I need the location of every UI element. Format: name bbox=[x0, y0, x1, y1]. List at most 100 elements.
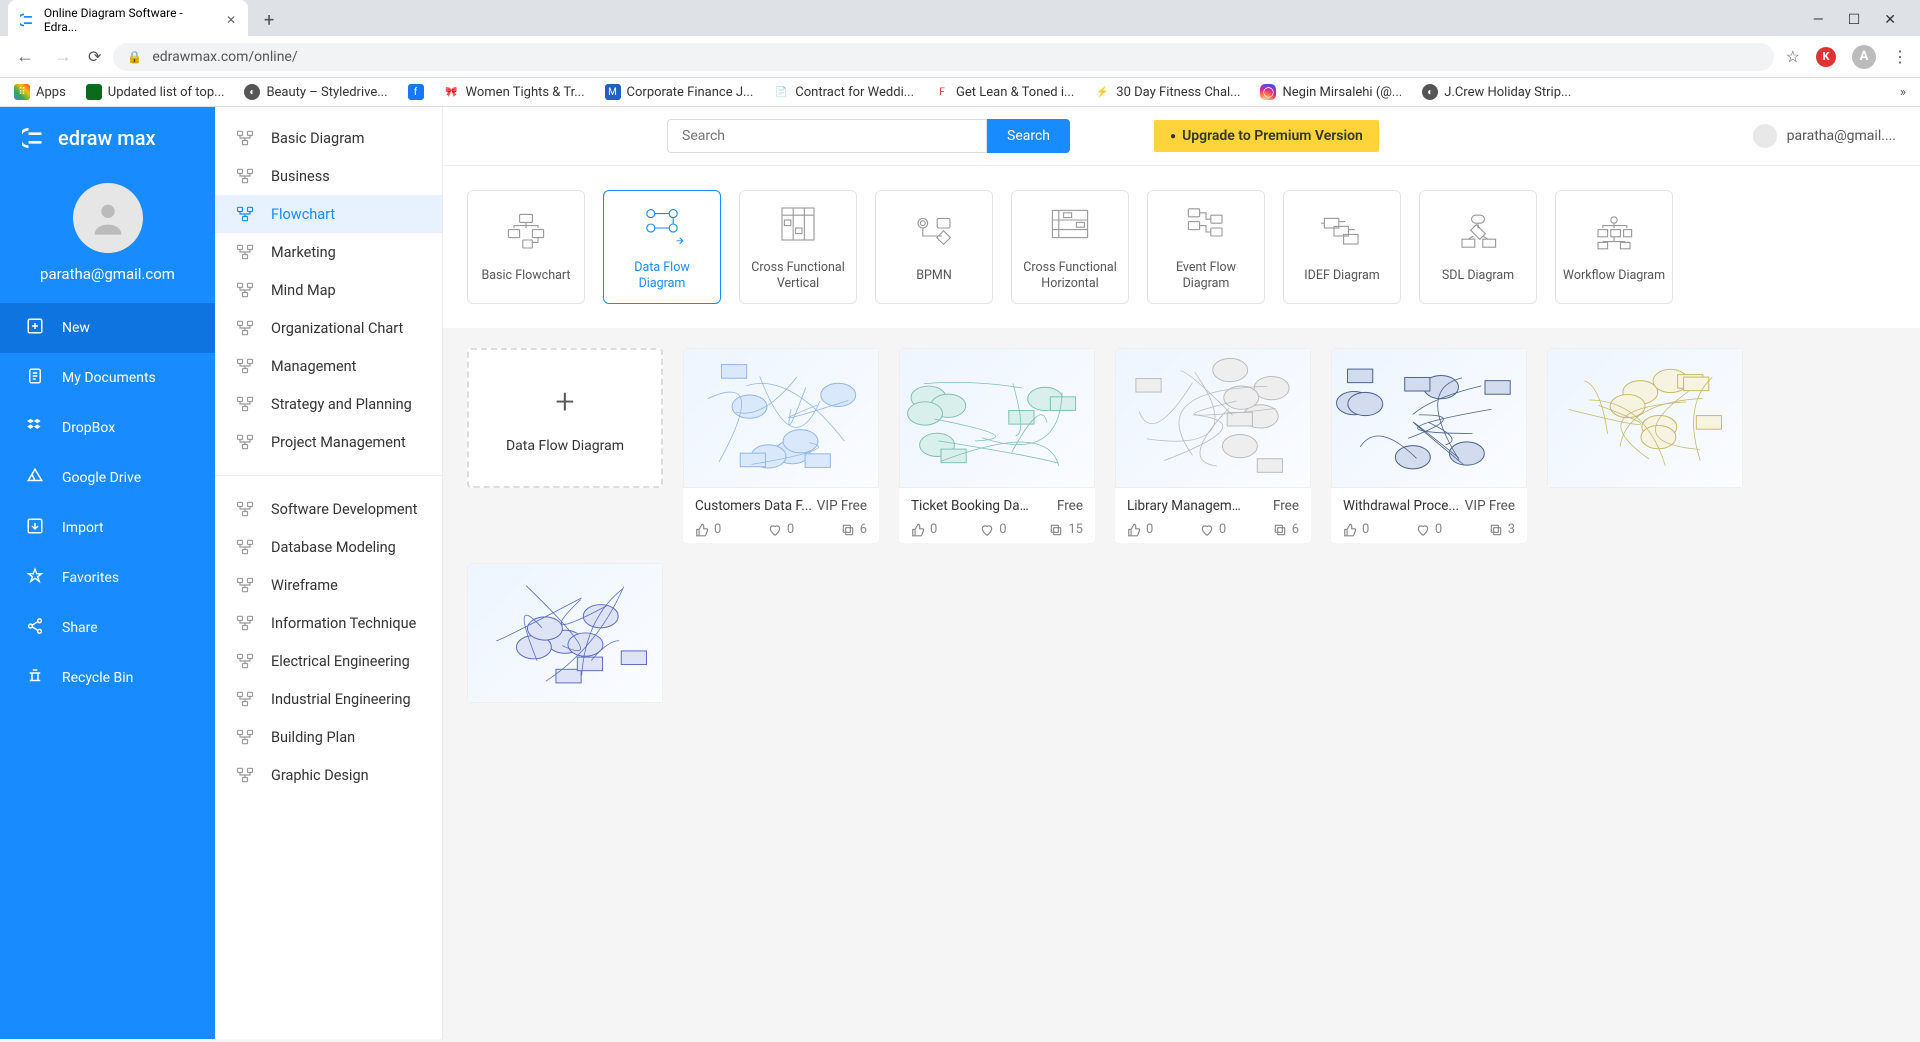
extension-k-icon[interactable]: K bbox=[1816, 47, 1836, 67]
category-strategy-and-planning[interactable]: Strategy and Planning bbox=[215, 385, 442, 423]
template-card[interactable]: Library Management ...Free006 bbox=[1115, 348, 1311, 543]
bookmark-item[interactable]: f bbox=[408, 84, 424, 100]
template-card[interactable] bbox=[1547, 348, 1743, 488]
template-card[interactable] bbox=[467, 563, 663, 703]
bookmarks-overflow[interactable]: » bbox=[1900, 85, 1906, 100]
forward-button[interactable]: → bbox=[50, 42, 76, 71]
sidebar-item-share[interactable]: Share bbox=[0, 603, 215, 653]
star-icon[interactable]: ☆ bbox=[1786, 47, 1800, 66]
reload-button[interactable]: ⟳ bbox=[88, 47, 101, 66]
close-window-icon[interactable]: ✕ bbox=[1884, 12, 1896, 28]
template-thumbnail bbox=[899, 348, 1095, 488]
sidebar-item-dropbox[interactable]: DropBox bbox=[0, 403, 215, 453]
menu-icon[interactable]: ⋮ bbox=[1892, 47, 1908, 66]
logo[interactable]: edraw max bbox=[0, 107, 215, 169]
category-label: Industrial Engineering bbox=[271, 691, 411, 708]
copy-button[interactable]: 6 bbox=[1273, 522, 1299, 537]
category-marketing[interactable]: Marketing bbox=[215, 233, 442, 271]
category-project-management[interactable]: Project Management bbox=[215, 423, 442, 461]
category-industrial-engineering[interactable]: Industrial Engineering bbox=[215, 680, 442, 718]
category-label: Management bbox=[271, 358, 356, 375]
favorite-button[interactable]: 0 bbox=[768, 522, 794, 537]
back-button[interactable]: ← bbox=[12, 42, 38, 71]
primary-sidebar: edraw max paratha@gmail.com NewMy Docume… bbox=[0, 107, 215, 1039]
url-text: edrawmax.com/online/ bbox=[152, 49, 297, 65]
favorite-button[interactable]: 0 bbox=[1200, 522, 1226, 537]
template-price: Free bbox=[1057, 498, 1083, 514]
category-label: Information Technique bbox=[271, 615, 416, 632]
diagram-type-cross-functional-horizontal[interactable]: Cross Functional Horizontal bbox=[1011, 190, 1129, 304]
content-scroll[interactable]: Basic Flowchart Data Flow Diagram Cross Fu… bbox=[443, 166, 1920, 1039]
sidebar-item-favorites[interactable]: Favorites bbox=[0, 553, 215, 603]
diagram-type-icon bbox=[1590, 210, 1638, 254]
sidebar-item-recycle-bin[interactable]: Recycle Bin bbox=[0, 653, 215, 703]
template-card[interactable]: Ticket Booking Data F...Free0015 bbox=[899, 348, 1095, 543]
top-bar: Search ●Upgrade to Premium Version parat… bbox=[443, 107, 1920, 166]
new-diagram-card[interactable]: +Data Flow Diagram bbox=[467, 348, 663, 488]
template-card[interactable]: Withdrawal Proce...VIP Free003 bbox=[1331, 348, 1527, 543]
upgrade-button[interactable]: ●Upgrade to Premium Version bbox=[1154, 120, 1379, 152]
browser-tab[interactable]: Online Diagram Software - Edra... ✕ bbox=[8, 0, 248, 40]
bookmark-item[interactable]: ◯Negin Mirsalehi (@... bbox=[1260, 84, 1402, 100]
bookmark-item[interactable]: 🎀Women Tights & Tr... bbox=[444, 84, 585, 100]
browser-chrome: Online Diagram Software - Edra... ✕ + — … bbox=[0, 0, 1920, 107]
like-button[interactable]: 0 bbox=[1343, 522, 1369, 537]
account-menu[interactable]: paratha@gmail.... bbox=[1753, 124, 1896, 148]
bookmark-item[interactable]: Updated list of top... bbox=[86, 84, 225, 100]
minimize-icon[interactable]: — bbox=[1813, 12, 1824, 28]
copy-button[interactable]: 3 bbox=[1489, 522, 1515, 537]
bookmark-item[interactable]: FGet Lean & Toned i... bbox=[934, 84, 1074, 100]
category-database-modeling[interactable]: Database Modeling bbox=[215, 528, 442, 566]
category-flowchart[interactable]: Flowchart bbox=[215, 195, 442, 233]
diagram-types-grid: Basic Flowchart Data Flow Diagram Cross Fu… bbox=[443, 166, 1920, 328]
category-management[interactable]: Management bbox=[215, 347, 442, 385]
category-graphic-design[interactable]: Graphic Design bbox=[215, 756, 442, 794]
sidebar-item-my-documents[interactable]: My Documents bbox=[0, 353, 215, 403]
category-electrical-engineering[interactable]: Electrical Engineering bbox=[215, 642, 442, 680]
search-input[interactable] bbox=[667, 119, 987, 153]
tab-bar: Online Diagram Software - Edra... ✕ + — … bbox=[0, 0, 1920, 36]
category-organizational-chart[interactable]: Organizational Chart bbox=[215, 309, 442, 347]
diagram-type-bpmn[interactable]: BPMN bbox=[875, 190, 993, 304]
maximize-icon[interactable]: ☐ bbox=[1848, 12, 1861, 28]
profile-avatar[interactable]: A bbox=[1852, 45, 1876, 69]
diagram-type-idef-diagram[interactable]: IDEF Diagram bbox=[1283, 190, 1401, 304]
user-avatar[interactable] bbox=[73, 183, 143, 253]
like-button[interactable]: 0 bbox=[695, 522, 721, 537]
category-basic-diagram[interactable]: Basic Diagram bbox=[215, 119, 442, 157]
diagram-type-basic-flowchart[interactable]: Basic Flowchart bbox=[467, 190, 585, 304]
category-mind-map[interactable]: Mind Map bbox=[215, 271, 442, 309]
category-building-plan[interactable]: Building Plan bbox=[215, 718, 442, 756]
diagram-type-cross-functional-vertical[interactable]: Cross Functional Vertical bbox=[739, 190, 857, 304]
category-business[interactable]: Business bbox=[215, 157, 442, 195]
close-icon[interactable]: ✕ bbox=[226, 13, 236, 27]
bookmark-item[interactable]: MCorporate Finance J... bbox=[605, 84, 754, 100]
bookmark-apps[interactable]: ⠿Apps bbox=[14, 84, 66, 100]
category-wireframe[interactable]: Wireframe bbox=[215, 566, 442, 604]
copy-button[interactable]: 6 bbox=[841, 522, 867, 537]
diagram-type-label: Data Flow Diagram bbox=[604, 260, 720, 293]
category-label: Marketing bbox=[271, 244, 336, 261]
new-tab-button[interactable]: + bbox=[256, 6, 282, 35]
bookmark-item[interactable]: ⚡30 Day Fitness Chal... bbox=[1094, 84, 1240, 100]
copy-button[interactable]: 15 bbox=[1049, 522, 1083, 537]
favorite-button[interactable]: 0 bbox=[1416, 522, 1442, 537]
sidebar-item-google-drive[interactable]: Google Drive bbox=[0, 453, 215, 503]
bookmark-item[interactable]: 📄Contract for Weddi... bbox=[773, 84, 914, 100]
bookmark-item[interactable]: ◐Beauty – Styledrive... bbox=[244, 84, 387, 100]
diagram-type-workflow-diagram[interactable]: Workflow Diagram bbox=[1555, 190, 1673, 304]
category-software-development[interactable]: Software Development bbox=[215, 490, 442, 528]
diagram-type-event-flow-diagram[interactable]: Event Flow Diagram bbox=[1147, 190, 1265, 304]
search-button[interactable]: Search bbox=[987, 119, 1070, 153]
sidebar-item-import[interactable]: Import bbox=[0, 503, 215, 553]
like-button[interactable]: 0 bbox=[1127, 522, 1153, 537]
category-information-technique[interactable]: Information Technique bbox=[215, 604, 442, 642]
diagram-type-sdl-diagram[interactable]: SDL Diagram bbox=[1419, 190, 1537, 304]
url-bar[interactable]: 🔒 edrawmax.com/online/ bbox=[113, 43, 1773, 71]
diagram-type-data-flow-diagram[interactable]: Data Flow Diagram bbox=[603, 190, 721, 304]
template-card[interactable]: Customers Data F...VIP Free006 bbox=[683, 348, 879, 543]
favorite-button[interactable]: 0 bbox=[980, 522, 1006, 537]
like-button[interactable]: 0 bbox=[911, 522, 937, 537]
bookmark-item[interactable]: ◐J.Crew Holiday Strip... bbox=[1422, 84, 1571, 100]
sidebar-item-new[interactable]: New bbox=[0, 303, 215, 353]
